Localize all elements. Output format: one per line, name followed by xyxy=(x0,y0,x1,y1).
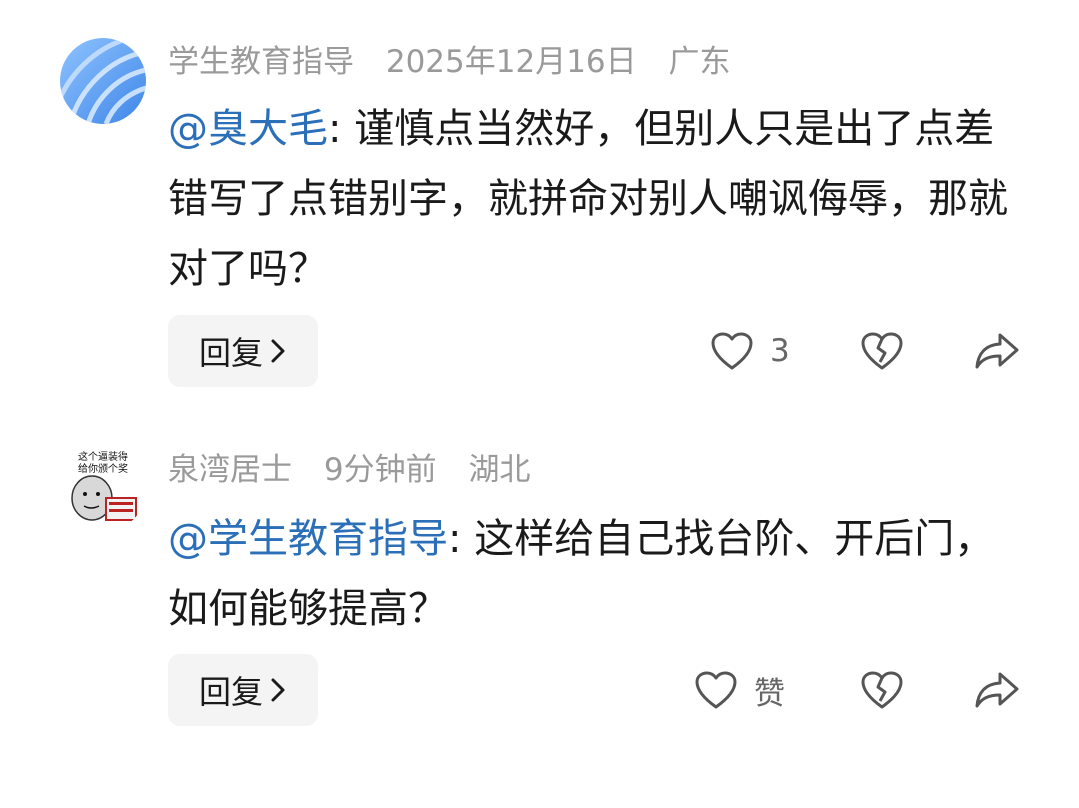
author-name[interactable]: 泉湾居士 xyxy=(168,452,292,488)
heart-icon xyxy=(710,331,754,371)
like-button[interactable]: 3 xyxy=(710,315,790,387)
reply-label: 回复 xyxy=(198,334,263,372)
chevron-right-icon xyxy=(269,337,287,365)
reply-button[interactable]: 回复 xyxy=(168,315,318,387)
meme-face-avatar-icon: 这个逼装得 给你颁个奖 xyxy=(60,446,146,532)
comment-actions: 3 xyxy=(690,315,1030,387)
comment-item: 学生教育指导 2025年12月16日 广东 @臭大毛: 谨慎点当然好，但别人只是… xyxy=(0,0,1079,400)
author-name[interactable]: 学生教育指导 xyxy=(168,44,354,80)
broken-heart-icon xyxy=(860,331,904,371)
comment-location: 湖北 xyxy=(468,452,531,488)
share-button[interactable] xyxy=(974,654,1020,726)
comment-location: 广东 xyxy=(668,44,731,80)
mention-link[interactable]: @臭大毛 xyxy=(168,106,328,152)
reply-label: 回复 xyxy=(198,673,263,711)
dislike-button[interactable] xyxy=(860,654,904,726)
share-button[interactable] xyxy=(974,315,1020,387)
comment-date: 2025年12月16日 xyxy=(385,44,637,80)
heart-icon xyxy=(694,670,738,710)
like-button[interactable]: 赞 xyxy=(694,654,785,726)
mention-link[interactable]: @学生教育指导 xyxy=(168,516,448,562)
chevron-right-icon xyxy=(269,676,287,704)
avatar-caption-top: 这个逼装得 xyxy=(78,450,128,463)
comment-text: @臭大毛: 谨慎点当然好，但别人只是出了点差错写了点错别字，就拼命对别人嘲讽侮辱… xyxy=(168,94,1018,304)
reply-button[interactable]: 回复 xyxy=(168,654,318,726)
avatar[interactable] xyxy=(60,38,146,124)
comment-date: 9分钟前 xyxy=(323,452,437,488)
broken-heart-icon xyxy=(860,670,904,710)
comment-text: @学生教育指导: 这样给自己找台阶、开后门，如何能够提高？ xyxy=(168,504,1018,644)
avatar-caption-mid: 给你颁个奖 xyxy=(78,462,128,475)
comment-actions: 赞 xyxy=(690,654,1030,726)
blue-swirl-avatar-icon xyxy=(60,38,146,124)
avatar[interactable]: 这个逼装得 给你颁个奖 xyxy=(60,446,146,532)
comment-meta: 泉湾居士 9分钟前 湖北 xyxy=(168,450,552,490)
comment-meta: 学生教育指导 2025年12月16日 广东 xyxy=(168,42,753,82)
like-count: 赞 xyxy=(754,675,785,712)
comment-item: 这个逼装得 给你颁个奖 泉湾居士 9分钟前 湖北 @学生教育指导: 这样给自己找… xyxy=(0,420,1079,750)
dislike-button[interactable] xyxy=(860,315,904,387)
like-count: 3 xyxy=(770,333,790,369)
share-arrow-icon xyxy=(974,331,1020,371)
share-arrow-icon xyxy=(974,670,1020,710)
